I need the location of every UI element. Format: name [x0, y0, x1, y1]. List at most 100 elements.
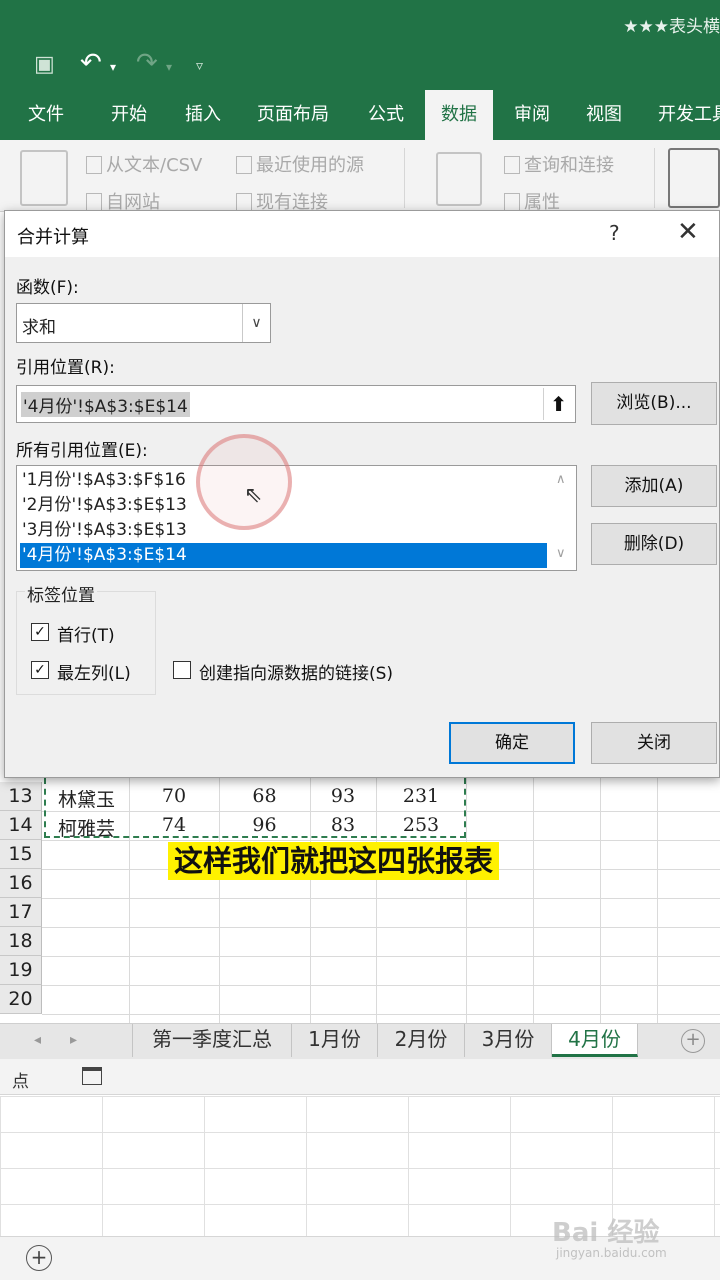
undo-dropdown-icon[interactable]: ▾ [110, 60, 116, 74]
column-gridline [533, 778, 534, 1023]
ribbon-separator [404, 148, 405, 208]
create-links-checkbox[interactable] [173, 661, 191, 679]
column-gridline [466, 778, 467, 1023]
row-header[interactable]: 13 [0, 782, 42, 811]
scroll-down-icon[interactable]: ∨ [556, 546, 566, 561]
tab-page-layout[interactable]: 页面布局 [257, 90, 329, 140]
row-header[interactable]: 16 [0, 869, 42, 898]
create-links-label[interactable]: 创建指向源数据的链接(S) [199, 659, 393, 684]
queries-icon [504, 156, 520, 174]
add-button[interactable]: 添加(A) [591, 465, 717, 507]
sheet-tab-bar: ◂ ▸ 第一季度汇总 1月份 2月份 3月份 4月份 + [0, 1023, 720, 1059]
tab-data[interactable]: 数据 [425, 90, 493, 140]
row-header[interactable]: 19 [0, 956, 42, 985]
row-gridline [42, 956, 720, 957]
dialog-title: 合并计算 [17, 227, 89, 248]
row-gridline [42, 840, 720, 841]
all-references-label: 所有引用位置(E): [16, 441, 148, 461]
queries-connections-button[interactable]: 查询和连接 [504, 151, 614, 177]
row-header[interactable]: 18 [0, 927, 42, 956]
queries-connections-label: 查询和连接 [524, 155, 614, 176]
recent-sources-label: 最近使用的源 [256, 155, 364, 176]
add-icon[interactable]: + [26, 1245, 52, 1271]
column-gridline [600, 778, 601, 1023]
delete-button[interactable]: 删除(D) [591, 523, 717, 565]
row-header[interactable]: 15 [0, 840, 42, 869]
from-text-csv-label: 从文本/CSV [106, 155, 203, 176]
redo-icon[interactable]: ↷ [136, 48, 158, 78]
ribbon-separator [654, 148, 655, 208]
left-column-label[interactable]: 最左列(L) [57, 659, 131, 684]
column-gridline [657, 778, 658, 1023]
ribbon-tabs: 文件 开始 插入 页面布局 公式 数据 审阅 视图 开发工具 [0, 90, 720, 140]
close-button[interactable]: 关闭 [591, 722, 717, 764]
row-header[interactable]: 14 [0, 811, 42, 840]
list-scrollbar[interactable]: ∧ ∨ [550, 466, 576, 570]
reference-value: '4月份'!$A$3:$E$14 [21, 392, 190, 417]
scroll-up-icon[interactable]: ∧ [556, 472, 566, 487]
row-gridline [42, 898, 720, 899]
copy-marquee [44, 778, 466, 838]
labels-group-title: 标签位置 [25, 581, 97, 606]
tab-formulas[interactable]: 公式 [368, 90, 404, 140]
list-item-selected[interactable]: '4月份'!$A$3:$E$14 [20, 543, 547, 568]
connections-icon [236, 193, 252, 211]
mouse-cursor-icon: ⇖ [244, 483, 263, 508]
tab-review[interactable]: 审阅 [514, 90, 550, 140]
save-icon[interactable]: ▣ [34, 52, 55, 77]
text-file-icon [86, 156, 102, 174]
sheet-tab[interactable]: 1月份 [292, 1024, 378, 1057]
ribbon: 从文本/CSV 最近使用的源 自网站 现有连接 查询和连接 属性 [0, 140, 720, 213]
dialog-header: 合并计算 ? ✕ [5, 211, 719, 257]
row-gridline [42, 1014, 720, 1015]
calculator-icon[interactable] [82, 1067, 102, 1085]
tab-view[interactable]: 视图 [586, 90, 622, 140]
top-row-checkbox[interactable]: ✓ [31, 623, 49, 641]
row-header[interactable]: 20 [0, 985, 42, 1014]
watermark-url: jingyan.baidu.com [556, 1246, 667, 1260]
status-bar: 点 [0, 1059, 720, 1095]
tab-developer[interactable]: 开发工具 [658, 90, 720, 140]
video-subtitle: 这样我们就把这四张报表 [168, 842, 500, 880]
sheet-tab[interactable]: 第一季度汇总 [132, 1024, 292, 1057]
stocks-icon[interactable] [668, 148, 720, 208]
status-text: 点 [12, 1072, 29, 1092]
from-text-csv-button[interactable]: 从文本/CSV [86, 151, 202, 177]
row-header[interactable]: 17 [0, 898, 42, 927]
web-icon [86, 193, 102, 211]
browse-button[interactable]: 浏览(B)... [591, 382, 717, 425]
get-data-icon[interactable] [20, 150, 68, 206]
reference-label: 引用位置(R): [16, 358, 115, 378]
add-sheet-icon[interactable]: + [681, 1029, 705, 1053]
click-highlight [196, 434, 292, 530]
refresh-all-icon[interactable] [436, 152, 482, 206]
scroll-left-icon[interactable]: ◂ [34, 1032, 41, 1048]
ok-button[interactable]: 确定 [449, 722, 575, 764]
document-title: ★★★表头横 [623, 17, 720, 37]
left-column-checkbox[interactable]: ✓ [31, 661, 49, 679]
customize-toolbar-icon[interactable]: ▿ [196, 58, 203, 74]
title-bar: ★★★表头横 [0, 0, 720, 44]
sheet-tab[interactable]: 2月份 [378, 1024, 465, 1057]
chevron-down-icon[interactable]: ∨ [242, 304, 270, 342]
help-icon[interactable]: ? [609, 221, 620, 245]
all-references-list[interactable]: '1月份'!$A$3:$F$16 '2月份'!$A$3:$E$13 '3月份'!… [16, 465, 577, 571]
tab-home[interactable]: 开始 [111, 90, 147, 140]
properties-icon [504, 193, 520, 211]
consolidate-dialog: 合并计算 ? ✕ 函数(F): 求和 ∨ 引用位置(R): '4月份'!$A$3… [4, 210, 720, 778]
undo-icon[interactable]: ↶ [80, 48, 102, 78]
redo-dropdown-icon[interactable]: ▾ [166, 60, 172, 74]
top-row-label[interactable]: 首行(T) [57, 621, 115, 646]
tab-file[interactable]: 文件 [28, 90, 64, 140]
recent-sources-button[interactable]: 最近使用的源 [236, 151, 364, 177]
sheet-tab[interactable]: 3月份 [465, 1024, 552, 1057]
close-icon[interactable]: ✕ [677, 217, 699, 247]
tab-insert[interactable]: 插入 [185, 90, 221, 140]
reference-input[interactable]: '4月份'!$A$3:$E$14 ⬆ [16, 385, 576, 423]
quick-access-toolbar: ▣ ↶ ▾ ↷ ▾ ▿ [0, 44, 720, 90]
sheet-tab-active[interactable]: 4月份 [552, 1024, 638, 1057]
function-select[interactable]: 求和 ∨ [16, 303, 271, 343]
list-item[interactable]: '3月份'!$A$3:$E$13 [20, 518, 547, 543]
collapse-dialog-icon[interactable]: ⬆ [543, 388, 573, 420]
scroll-right-icon[interactable]: ▸ [70, 1032, 77, 1048]
